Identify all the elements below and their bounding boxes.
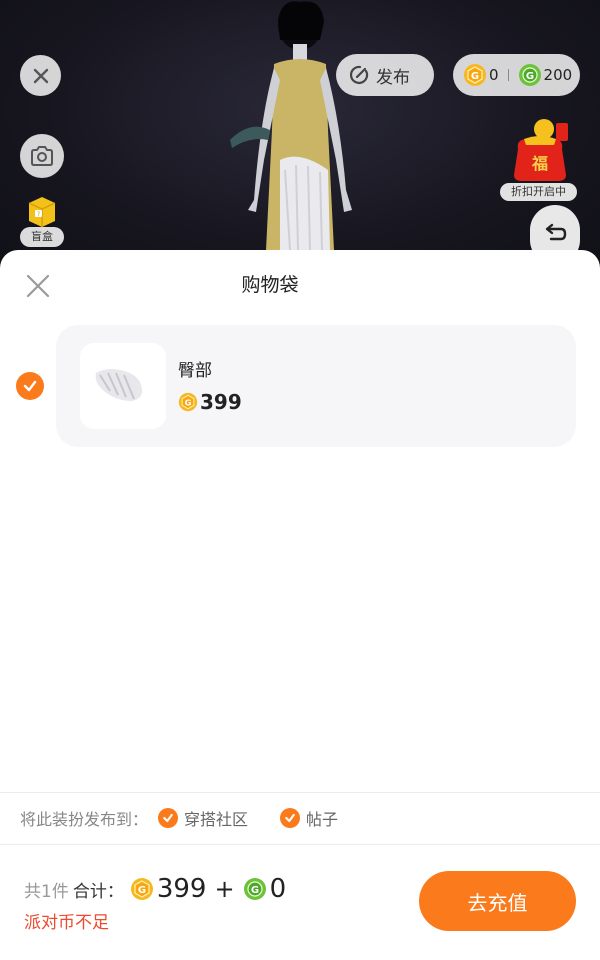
blind-box-icon: ? xyxy=(28,197,56,227)
sheet-title: 购物袋 xyxy=(241,274,299,296)
item-count: 共1件 xyxy=(24,881,69,902)
summary-divider xyxy=(0,844,600,845)
share-options: 将此装扮发布到： 穿搭社区 帖子 xyxy=(20,806,370,830)
check-icon xyxy=(163,813,173,823)
item-thumbnail xyxy=(80,343,166,429)
item-price-value: 399 xyxy=(200,390,242,414)
shopping-bag-sheet: 购物袋 臀部 G 399 将此装扮发布到： 穿搭社区 帖子 共1件 合计： G … xyxy=(0,250,600,960)
item-price: G 399 xyxy=(178,390,242,414)
share-label: 将此装扮发布到： xyxy=(20,810,149,829)
svg-text:?: ? xyxy=(37,211,40,218)
share-post-label[interactable]: 帖子 xyxy=(306,806,338,830)
close-icon xyxy=(33,68,48,83)
publish-button[interactable]: 发布 xyxy=(336,54,434,96)
gold-coin-icon: G xyxy=(178,392,198,412)
promo-lucky-bag[interactable]: 福 折扣开启中 xyxy=(500,115,580,203)
share-community-checkbox[interactable] xyxy=(158,808,179,828)
avatar-figure xyxy=(230,1,352,251)
svg-text:G: G xyxy=(250,885,258,896)
recharge-button[interactable]: 去充值 xyxy=(419,871,576,931)
share-post-checkbox[interactable] xyxy=(280,808,301,828)
insufficient-balance-warning: 派对币不足 xyxy=(24,913,109,933)
green-total: 0 xyxy=(269,874,287,904)
green-coin-icon: G xyxy=(243,878,266,900)
svg-text:福: 福 xyxy=(531,154,548,173)
share-community-label[interactable]: 穿搭社区 xyxy=(184,806,248,830)
gold-coin-icon: G xyxy=(130,878,153,900)
plus-sign: + xyxy=(214,875,235,903)
item-select-checkbox[interactable] xyxy=(16,372,44,400)
check-icon xyxy=(285,813,295,823)
undo-icon xyxy=(545,223,567,241)
publish-label: 发布 xyxy=(376,67,410,88)
fur-tail-image xyxy=(95,369,142,401)
svg-text:G: G xyxy=(138,885,146,896)
coin-balance[interactable]: G 0 G 200 xyxy=(453,54,580,96)
svg-text:G: G xyxy=(525,71,533,82)
cart-item-card[interactable]: 臀部 G 399 xyxy=(56,325,576,447)
blind-box-button[interactable]: ? 盲盒 xyxy=(20,195,64,247)
gold-coin-icon: G xyxy=(464,64,486,86)
green-coin-count: 200 xyxy=(543,66,573,84)
green-coin-icon: G xyxy=(518,64,541,86)
blind-box-label: 盲盒 xyxy=(20,227,64,247)
gold-coin-count: 0 xyxy=(489,66,499,84)
gold-total: 399 xyxy=(156,874,207,904)
coin-divider xyxy=(507,69,509,81)
svg-text:G: G xyxy=(471,71,479,82)
check-icon xyxy=(23,380,37,392)
publish-icon xyxy=(349,65,369,84)
order-summary: 共1件 合计： G 399 + G 0 xyxy=(24,874,286,904)
lucky-bag-icon: 福 xyxy=(514,119,568,181)
camera-button[interactable] xyxy=(20,134,64,178)
svg-text:G: G xyxy=(185,397,192,407)
promo-label: 折扣开启中 xyxy=(500,183,577,201)
camera-icon xyxy=(31,146,53,166)
share-divider xyxy=(0,792,600,793)
total-label: 合计： xyxy=(72,881,124,902)
avatar-scene: 发布 G 0 G 200 ? 盲盒 福 折扣开启中 xyxy=(0,0,600,270)
close-scene-button[interactable] xyxy=(20,55,61,96)
item-name: 臀部 xyxy=(178,361,212,381)
